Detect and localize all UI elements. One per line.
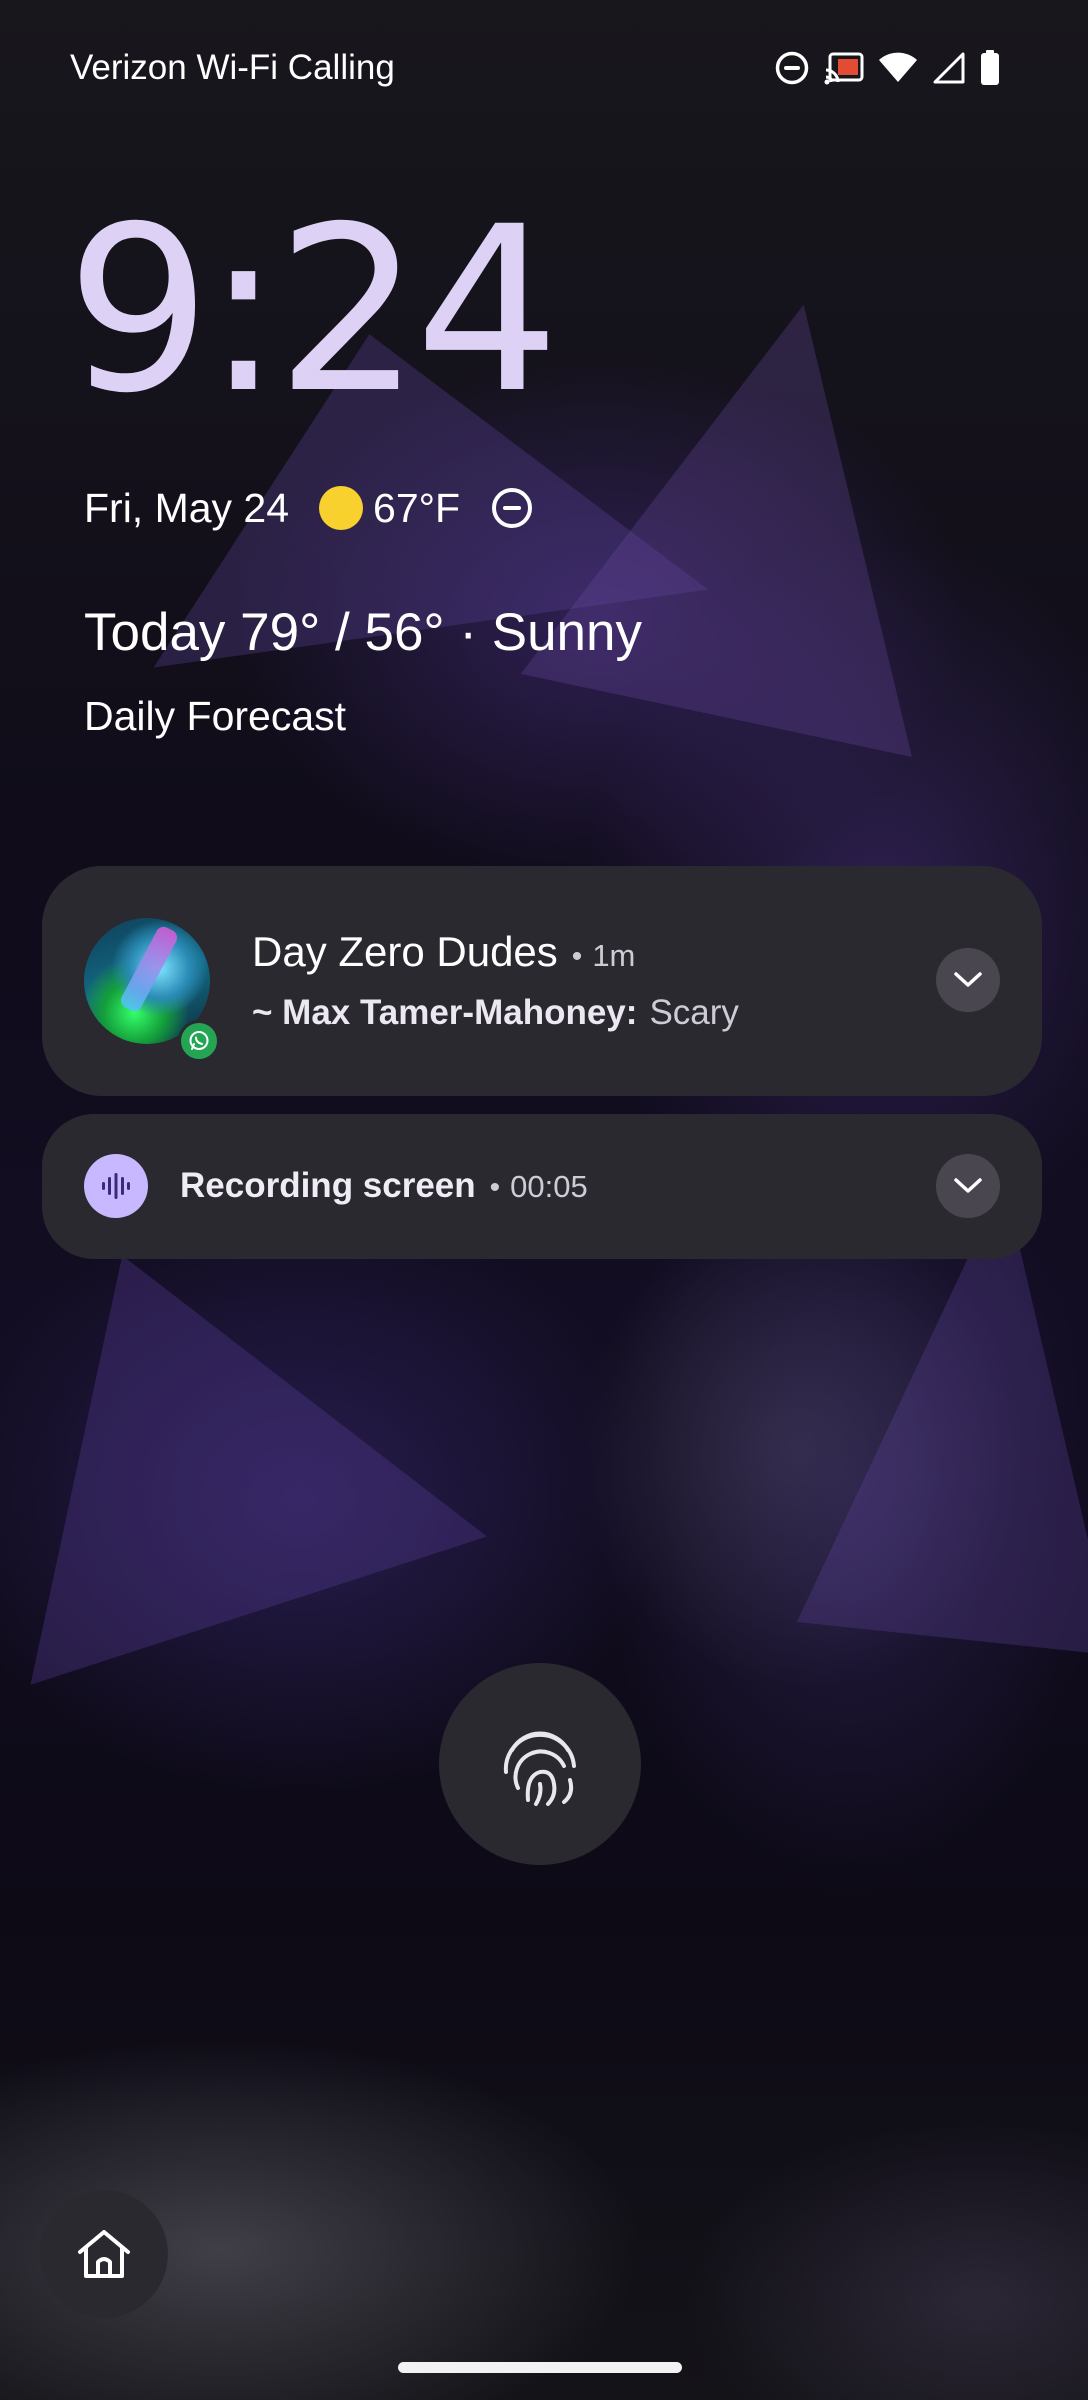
wifi-icon	[878, 52, 918, 84]
recording-elapsed-time: 00:05	[510, 1169, 588, 1204]
recording-header: Recording screen • 00:05	[180, 1158, 588, 1216]
do-not-disturb-icon	[774, 50, 810, 86]
carrier-label: Verizon Wi-Fi Calling	[70, 48, 395, 87]
notification-time: 1m	[592, 938, 636, 973]
weather-summary[interactable]: Today 79° / 56° · Sunny	[84, 598, 642, 668]
cell-signal-icon	[932, 52, 966, 84]
date-label: Fri, May 24	[84, 484, 290, 531]
home-icon	[78, 2230, 130, 2278]
separator-dot: •	[571, 940, 583, 973]
gesture-navigation-handle[interactable]	[398, 2362, 682, 2373]
do-not-disturb-icon	[492, 488, 533, 528]
daily-forecast-link[interactable]: Daily Forecast	[84, 688, 346, 744]
sound-wave-icon	[84, 1154, 148, 1218]
avatar-image-detail	[118, 924, 180, 1014]
date-weather-row[interactable]: Fri, May 24 67°F	[84, 478, 533, 538]
expand-recording-button[interactable]	[936, 1154, 1000, 1218]
sun-icon	[319, 486, 364, 530]
lockscreen-clock: 9:24	[66, 177, 560, 443]
fingerprint-icon	[503, 1731, 576, 1806]
message-notification[interactable]: Day Zero Dudes • 1m ~ Max Tamer-Mahoney:…	[42, 866, 1042, 1096]
screen-recording-notification[interactable]: Recording screen • 00:05	[42, 1114, 1042, 1259]
chevron-down-icon	[954, 1178, 982, 1193]
notification-header: Day Zero Dudes • 1m	[252, 924, 635, 985]
notification-body: ~ Max Tamer-Mahoney: Scary	[252, 988, 739, 1038]
battery-icon	[980, 50, 1000, 86]
fingerprint-unlock-button[interactable]	[439, 1663, 641, 1865]
lock-screen: Verizon Wi-Fi Calling 9:24 Fri, May 24 6…	[0, 0, 1088, 2400]
wallpaper-crystal-facet	[520, 263, 1000, 757]
whatsapp-icon	[178, 1020, 220, 1062]
expand-notification-button[interactable]	[936, 948, 1000, 1012]
conversation-title: Day Zero Dudes	[252, 928, 558, 975]
message-sender: ~ Max Tamer-Mahoney:	[252, 993, 638, 1032]
separator-dot: •	[489, 1171, 501, 1204]
status-icons	[774, 44, 1000, 92]
home-controls-shortcut[interactable]	[40, 2190, 168, 2318]
recording-title: Recording screen	[180, 1166, 476, 1205]
chevron-down-icon	[954, 972, 982, 987]
message-text: Scary	[649, 993, 739, 1032]
temperature-label: 67°F	[373, 484, 461, 531]
cast-icon	[824, 51, 864, 85]
